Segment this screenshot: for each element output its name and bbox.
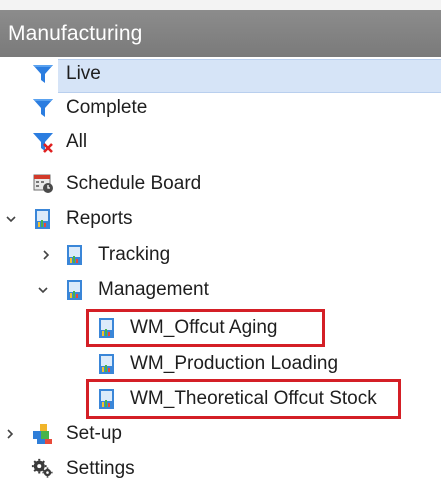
tree-item-label: WM_Theoretical Offcut Stock [130,388,377,409]
panel-title: Manufacturing [8,21,143,45]
funnel-icon [33,65,53,83]
tree-item-label: WM_Offcut Aging [130,317,278,338]
report-icon [67,245,82,265]
tree-item-label: Complete [66,97,148,118]
tree-item-label: Set-up [66,423,122,444]
funnel-icon [33,99,53,117]
tree-item-label: Live [66,63,101,84]
chevron-down-icon[interactable] [36,283,50,297]
selection-highlight [58,59,441,93]
report-icon [67,280,82,300]
tree-item-label: WM_Production Loading [130,353,339,374]
tree-item-production-loading[interactable]: WM_Production Loading [0,347,441,381]
tree-item-live[interactable]: Live [0,57,441,93]
chevron-right-icon[interactable] [3,427,17,441]
tree-item-label: Settings [66,458,135,479]
report-icon [99,389,114,409]
tree-item-label: All [66,131,88,152]
tree-item-offcut-aging[interactable]: WM_Offcut Aging [0,309,441,347]
chevron-right-icon[interactable] [39,248,53,262]
tree-item-setup[interactable]: Set-up [0,417,441,451]
tree-item-label: Management [98,279,209,300]
report-icon [99,354,114,374]
tree-item-reports[interactable]: Reports [0,202,441,236]
gears-icon [31,458,53,478]
tree-item-all[interactable]: All [0,125,441,159]
funnel-clear-icon [33,133,53,153]
tree-item-management[interactable]: Management [0,273,441,307]
tree-item-schedule-board[interactable]: Schedule Board [0,167,441,201]
tree-item-label: Schedule Board [66,173,202,194]
top-strip [0,0,441,10]
tree-item-label: Reports [66,208,133,229]
tree-item-tracking[interactable]: Tracking [0,238,441,272]
tree-item-label: Tracking [98,244,171,265]
blocks-icon [33,424,52,444]
tree-item-theoretical-offcut-stock[interactable]: WM_Theoretical Offcut Stock [0,379,441,419]
panel-header: Manufacturing [0,10,441,57]
tree-item-complete[interactable]: Complete [0,91,441,125]
navigation-tree: Live Complete All Schedule Board Reports… [0,57,441,489]
report-icon [35,209,50,229]
chevron-down-icon[interactable] [4,212,18,226]
calendar-icon [33,174,53,193]
tree-item-settings[interactable]: Settings [0,452,441,486]
report-icon [99,318,114,338]
